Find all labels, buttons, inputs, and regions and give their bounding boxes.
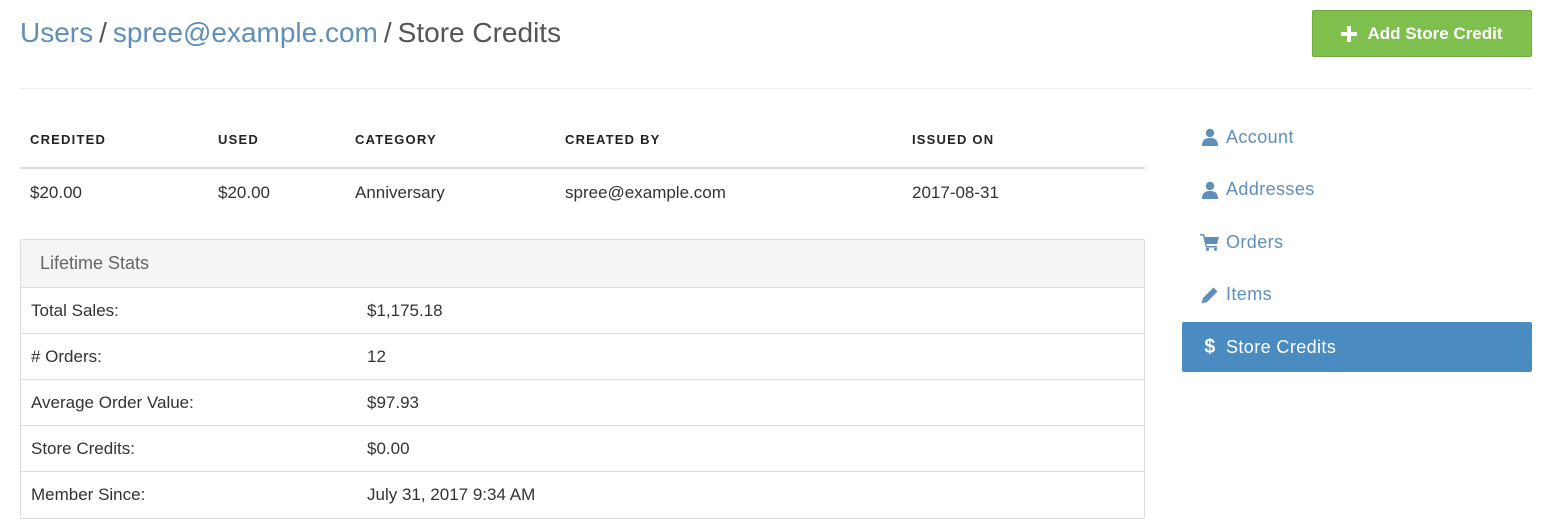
user-icon (1200, 180, 1220, 200)
nav-item-orders[interactable]: Orders (1182, 217, 1532, 267)
column-header-created-by: CREATED BY (555, 112, 902, 169)
add-store-credit-label: Add Store Credit (1367, 23, 1503, 43)
stats-label: Average Order Value: (31, 392, 194, 412)
cart-icon (1200, 232, 1220, 252)
column-header-category: CATEGORY (345, 112, 555, 169)
nav-item-items[interactable]: Items (1182, 270, 1532, 320)
nav-item-label: Account (1226, 126, 1294, 147)
cell-used: $20.00 (218, 182, 270, 202)
cell-created-by: spree@example.com (565, 182, 726, 202)
lifetime-stats-panel: Lifetime Stats Total Sales: $1,175.18 # … (20, 239, 1145, 519)
column-header-issued-on: ISSUED ON (902, 112, 1145, 169)
nav-item-label: Orders (1226, 231, 1284, 252)
stats-row-store-credits: Store Credits: $0.00 (21, 426, 1144, 472)
column-header-used: USED (208, 112, 345, 169)
stats-label: Total Sales: (31, 300, 119, 320)
nav-item-store-credits[interactable]: $ Store Credits (1182, 322, 1532, 372)
column-header-credited: CREDITED (20, 112, 208, 169)
stats-row-average-order-value: Average Order Value: $97.93 (21, 380, 1144, 426)
stats-label: Member Since: (31, 485, 146, 504)
nav-item-label: Addresses (1226, 179, 1315, 199)
user-icon (1200, 127, 1220, 147)
plus-icon (1341, 25, 1358, 42)
lifetime-stats-heading: Lifetime Stats (21, 240, 1144, 288)
stats-row-orders: # Orders: 12 (21, 334, 1144, 380)
stats-value: $1,175.18 (367, 300, 443, 320)
add-store-credit-button[interactable]: Add Store Credit (1312, 10, 1532, 57)
breadcrumb-user-email-link[interactable]: spree@example.com (113, 17, 378, 48)
table-row: $20.00 $20.00 Anniversary spree@example.… (20, 168, 1145, 216)
nav-item-label: Store Credits (1226, 336, 1337, 357)
breadcrumb-current-page: Store Credits (397, 17, 562, 48)
breadcrumb-separator: / (99, 17, 107, 48)
nav-item-addresses[interactable]: Addresses (1182, 165, 1532, 215)
stats-label: # Orders: (31, 346, 102, 366)
page-header: Users / spree@example.com / Store Credits Ad… (20, 0, 1532, 89)
nav-item-label: Items (1226, 284, 1273, 304)
cell-issued-on: 2017-08-31 (912, 182, 999, 202)
nav-item-account[interactable]: Account (1182, 112, 1532, 162)
stats-value: 12 (367, 346, 386, 366)
cell-category: Anniversary (355, 182, 445, 202)
breadcrumb-separator: / (383, 17, 392, 48)
stats-row-total-sales: Total Sales: $1,175.18 (21, 288, 1144, 334)
breadcrumb-users-link[interactable]: Users (20, 17, 93, 48)
stats-value: $97.93 (367, 392, 419, 412)
user-side-nav: Account Addresses Orders Items $ Store C… (1182, 112, 1532, 375)
stats-label: Store Credits: (31, 438, 135, 458)
table-header-row: CREDITED USED CATEGORY CREATED BY ISSUED… (20, 112, 1145, 169)
store-credits-table: CREDITED USED CATEGORY CREATED BY ISSUED… (20, 112, 1145, 216)
stats-row-member-since: Member Since: July 31, 2017 9:34 AM (21, 472, 1144, 518)
stats-value: $0.00 (367, 438, 410, 458)
dollar-icon: $ (1204, 335, 1216, 358)
breadcrumb: Users / spree@example.com / Store Credits (20, 17, 561, 49)
stats-value: July 31, 2017 9:34 AM (367, 485, 536, 504)
pencil-icon (1200, 285, 1220, 305)
cell-credited: $20.00 (30, 182, 82, 202)
